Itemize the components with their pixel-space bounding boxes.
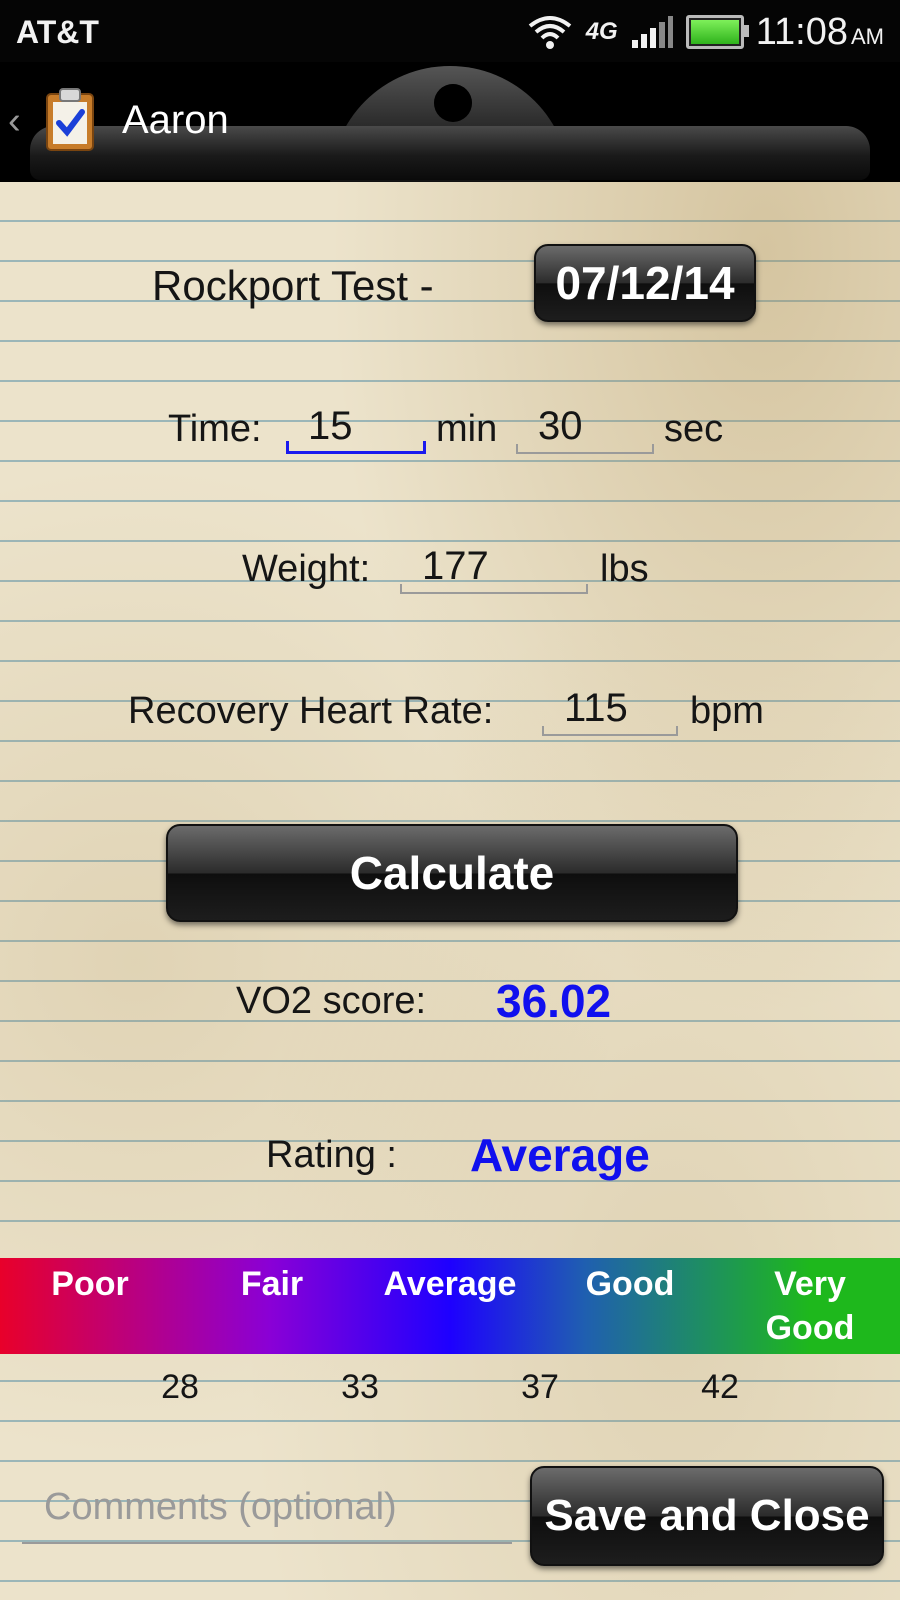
signal-icon bbox=[631, 16, 673, 48]
battery-fill bbox=[690, 20, 739, 44]
time-label: Time: bbox=[168, 408, 262, 450]
scale-label-poor: Poor bbox=[51, 1265, 129, 1303]
wifi-icon bbox=[528, 16, 571, 49]
heart-rate-unit-label: bpm bbox=[690, 690, 764, 732]
threshold-good-very-good: 42 bbox=[701, 1368, 739, 1406]
clipboard-check-icon[interactable] bbox=[44, 86, 96, 152]
rating-scale-bar: Poor Fair Average Good Very Good bbox=[0, 1258, 900, 1354]
scale-label-good: Good bbox=[585, 1265, 675, 1303]
status-icons: 4G 11:08 AM bbox=[526, 10, 884, 54]
threshold-fair-average: 33 bbox=[341, 1368, 379, 1406]
comments-input[interactable]: Comments (optional) bbox=[22, 1486, 512, 1544]
threshold-average-good: 37 bbox=[521, 1368, 559, 1406]
battery-icon bbox=[685, 15, 749, 49]
save-and-close-button[interactable]: Save and Close bbox=[530, 1466, 884, 1566]
clock-ampm: AM bbox=[851, 23, 884, 49]
calculate-button[interactable]: Calculate bbox=[166, 824, 738, 922]
weight-label: Weight: bbox=[242, 548, 371, 590]
rating-label: Rating : bbox=[266, 1134, 397, 1176]
weight-unit-label: lbs bbox=[600, 548, 649, 590]
threshold-poor-fair: 28 bbox=[161, 1368, 199, 1406]
status-bar: AT&T 4G 11:08 AM bbox=[0, 0, 900, 62]
clock-time: 11:08 bbox=[755, 10, 848, 53]
paper-form: Rockport Test - 07/12/14 Time: 15 min 30… bbox=[0, 182, 900, 1600]
page-title: Aaron bbox=[122, 98, 229, 142]
vo2-score-value: 36.02 bbox=[496, 975, 612, 1027]
scale-label-average: Average bbox=[383, 1265, 517, 1303]
heart-rate-input[interactable]: 115 bbox=[542, 686, 678, 736]
test-name-label: Rockport Test - bbox=[152, 262, 434, 309]
scale-label-very-good: Very Good bbox=[765, 1265, 855, 1347]
clip-hole bbox=[434, 84, 472, 122]
vo2-score-label: VO2 score: bbox=[236, 980, 427, 1022]
seconds-unit-label: sec bbox=[664, 408, 724, 450]
back-chevron-icon[interactable]: ‹ bbox=[8, 100, 21, 143]
weight-input[interactable]: 177 bbox=[400, 544, 588, 594]
rating-value: Average bbox=[470, 1129, 650, 1181]
network-type-label: 4G bbox=[585, 18, 618, 45]
scale-label-fair: Fair bbox=[240, 1265, 304, 1303]
carrier-label: AT&T bbox=[16, 14, 99, 50]
date-button[interactable]: 07/12/14 bbox=[534, 244, 756, 322]
clock: 11:08 AM bbox=[756, 11, 884, 54]
recovery-heart-rate-label: Recovery Heart Rate: bbox=[128, 690, 494, 732]
minutes-unit-label: min bbox=[436, 408, 498, 450]
action-bar: ‹ Aaron bbox=[0, 62, 900, 182]
seconds-input[interactable]: 30 bbox=[516, 404, 654, 454]
minutes-input[interactable]: 15 bbox=[286, 404, 426, 454]
